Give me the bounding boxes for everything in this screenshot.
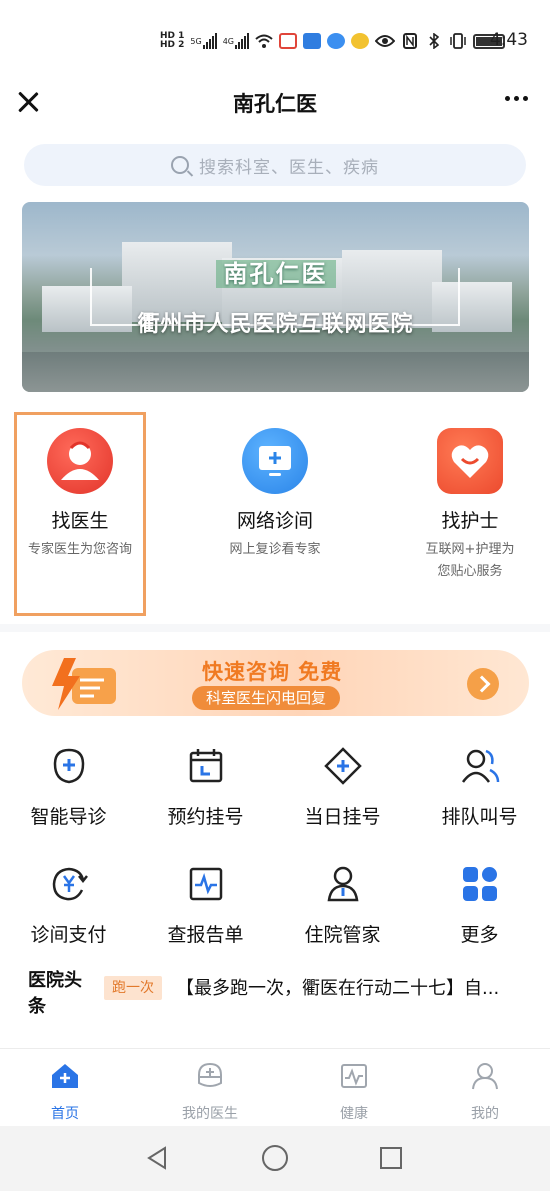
more-options-icon[interactable]	[505, 96, 528, 101]
tab-label: 首页	[51, 1106, 79, 1122]
inpatient-manager-button[interactable]: 住院管家	[274, 864, 411, 964]
hospital-banner[interactable]: 南孔仁医 衢州市人民医院互联网医院	[22, 202, 529, 392]
eye-icon	[375, 32, 395, 50]
doctor-icon	[47, 428, 113, 494]
bottom-tab-bar: 首页 我的医生 健康 我的	[0, 1048, 550, 1126]
arrow-right-icon[interactable]	[467, 668, 499, 700]
grid-label: 诊间支付	[30, 924, 107, 946]
same-day-register-button[interactable]: 当日挂号	[274, 746, 411, 846]
tab-label: 我的	[471, 1106, 499, 1122]
promo-tag: 科室医生闪电回复	[192, 686, 341, 710]
title-bar: 南孔仁医	[0, 80, 550, 132]
news-logo: 医院头条	[28, 970, 82, 1017]
back-icon[interactable]	[145, 1145, 171, 1171]
page-title: 南孔仁医	[233, 92, 317, 116]
signal-5g-icon: 5G	[190, 32, 217, 50]
promo-title: 快速咨询 免费	[202, 660, 343, 684]
tab-me[interactable]: 我的	[425, 1061, 545, 1123]
status-bar: HD 1 HD 2 5G 4G 4:43	[0, 0, 550, 80]
search-placeholder: 搜索科室、医生、疾病	[199, 157, 379, 178]
appointment-button[interactable]: 预约挂号	[137, 746, 274, 846]
inpatient-icon	[327, 866, 358, 902]
service-title: 找护士	[441, 510, 499, 532]
grid-label: 智能导诊	[30, 806, 107, 828]
recent-apps-icon[interactable]	[380, 1147, 402, 1169]
bluetooth-icon	[425, 32, 443, 50]
banner-subtitle: 衢州市人民医院互联网医院	[137, 312, 414, 337]
banner-road	[22, 352, 529, 392]
grid-label: 查报告单	[167, 924, 244, 946]
more-grid-icon	[462, 867, 497, 901]
wifi-icon	[255, 32, 273, 50]
diamond-plus-icon	[323, 747, 362, 785]
queue-icon	[461, 749, 499, 783]
app-notification-icon	[279, 33, 297, 49]
find-nurse-card[interactable]: 找护士 互联网+护理为您贴心服务	[390, 416, 550, 606]
service-desc: 互联网+护理为您贴心服务	[425, 542, 515, 579]
clinic-payment-button[interactable]: 诊间支付	[0, 864, 137, 964]
search-icon	[171, 156, 189, 174]
grid-label: 排队叫号	[441, 806, 518, 828]
status-time: 4:43	[489, 30, 528, 50]
heart-icon	[437, 428, 503, 494]
user-icon	[472, 1063, 498, 1090]
more-services-button[interactable]: 更多	[411, 864, 548, 964]
app-notification-icon	[327, 33, 345, 49]
grid-label: 预约挂号	[167, 806, 244, 828]
calendar-icon	[189, 749, 222, 783]
guide-icon	[53, 748, 84, 784]
online-clinic-card[interactable]: 网络诊间 网上复诊看专家	[195, 416, 355, 606]
quick-consult-banner[interactable]: 快速咨询 免费 科室医生闪电回复	[22, 650, 529, 716]
hd-indicator: HD 1 HD 2	[160, 31, 185, 50]
doctor-cap-icon	[198, 1062, 222, 1087]
payment-icon	[52, 867, 88, 901]
weibo-icon	[351, 33, 369, 49]
system-nav-bar	[0, 1126, 550, 1191]
health-monitor-icon	[341, 1064, 367, 1088]
monitor-icon	[242, 428, 308, 494]
service-title: 网络诊间	[236, 510, 313, 532]
service-desc: 专家医生为您咨询	[27, 542, 132, 557]
lightning-icon	[52, 658, 116, 710]
search-input[interactable]: 搜索科室、医生、疾病	[24, 144, 526, 186]
service-desc: 网上复诊看专家	[229, 542, 321, 557]
section-divider	[0, 624, 550, 632]
check-report-button[interactable]: 查报告单	[137, 864, 274, 964]
grid-label: 更多	[460, 924, 499, 946]
find-doctor-card[interactable]: 找医生 专家医生为您咨询	[0, 416, 160, 606]
app-notification-icon	[303, 33, 321, 49]
news-ticker[interactable]: 医院头条 跑一次 【最多跑一次，衢医在行动二十七】自...	[0, 962, 550, 1032]
report-icon	[189, 867, 222, 901]
news-headline[interactable]: 【最多跑一次，衢医在行动二十七】自...	[176, 974, 532, 1000]
nfc-icon	[401, 32, 419, 50]
home-icon	[52, 1064, 78, 1088]
grid-label: 住院管家	[304, 924, 381, 946]
tab-my-doctor[interactable]: 我的医生	[150, 1061, 270, 1123]
tab-home[interactable]: 首页	[5, 1061, 125, 1123]
tab-label: 我的医生	[182, 1106, 238, 1122]
vibrate-icon	[449, 32, 467, 50]
signal-4g-icon: 4G	[223, 32, 249, 50]
grid-label: 当日挂号	[304, 806, 381, 828]
home-circle-icon[interactable]	[262, 1145, 288, 1171]
queue-call-button[interactable]: 排队叫号	[411, 746, 548, 846]
tab-label: 健康	[340, 1106, 368, 1122]
tab-health[interactable]: 健康	[294, 1061, 414, 1123]
news-badge: 跑一次	[104, 976, 162, 1000]
banner-title: 南孔仁医	[22, 254, 529, 289]
smart-triage-button[interactable]: 智能导诊	[0, 746, 137, 846]
service-title: 找医生	[51, 510, 109, 532]
